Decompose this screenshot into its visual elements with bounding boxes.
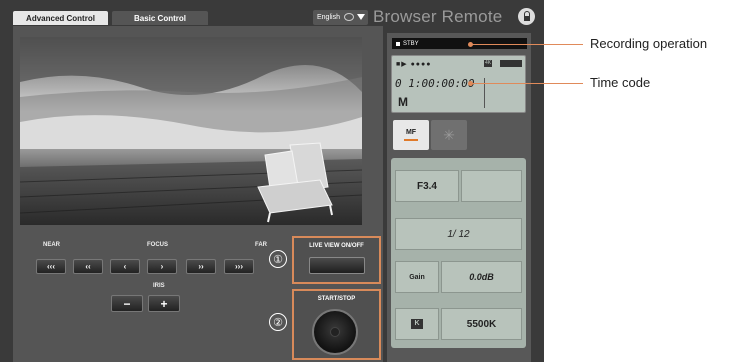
iris-value[interactable]: F3.4 <box>395 170 459 202</box>
far-label: FAR <box>255 242 267 248</box>
battery-icon <box>500 60 522 67</box>
focus-near-2-button[interactable]: ‹‹ <box>73 259 103 274</box>
star-icon: ✳ <box>443 126 455 143</box>
mode-indicator: M <box>398 95 408 109</box>
shutter-value[interactable]: 1/ 12 <box>395 218 522 250</box>
iris-extra-cell <box>461 170 522 202</box>
tab-basic-control[interactable]: Basic Control <box>112 11 208 25</box>
live-view-button[interactable] <box>309 257 365 274</box>
language-value: English <box>317 14 340 21</box>
focus-far-2-button[interactable]: ›› <box>186 259 216 274</box>
timecode-annotation-label: Time code <box>590 75 651 90</box>
mf-label: MF <box>405 129 417 136</box>
near-label: NEAR <box>43 242 61 248</box>
stby-text: STBY <box>403 40 419 47</box>
dropdown-arrow-icon <box>357 14 365 20</box>
focus-far-3-button[interactable]: ››› <box>224 259 254 274</box>
marker-one: ① <box>269 250 287 268</box>
media-indicators: ●●●● <box>410 61 432 68</box>
app-title: Browser Remote <box>373 7 503 26</box>
live-view-control: LIVE VIEW ON/OFF <box>292 236 381 284</box>
marker-two: ② <box>269 313 287 331</box>
stop-square-icon <box>396 41 400 46</box>
start-stop-button[interactable] <box>312 309 358 355</box>
recording-annotation-line <box>470 44 583 45</box>
focus-near-3-button[interactable]: ‹‹‹ <box>36 259 66 274</box>
chat-icon <box>344 13 354 21</box>
top-bar: Advanced Control Basic Control English B… <box>0 0 544 26</box>
preview-image <box>20 37 362 225</box>
focus-far-1-button[interactable]: › <box>147 259 177 274</box>
browser-remote-app: Advanced Control Basic Control English B… <box>0 0 544 362</box>
live-view-preview <box>20 37 362 225</box>
gain-value[interactable]: 0.0dB <box>441 261 522 293</box>
badge-4k: 4K <box>484 60 493 67</box>
focus-near-1-button[interactable]: ‹ <box>110 259 140 274</box>
tab-manual-focus[interactable]: MF <box>393 120 429 150</box>
active-indicator <box>404 139 418 141</box>
iris-plus-button[interactable]: + <box>148 295 180 312</box>
gain-label: Gain <box>395 261 439 293</box>
live-view-label: LIVE VIEW ON/OFF <box>309 243 364 249</box>
wb-cell: K <box>395 308 439 340</box>
iris-minus-button[interactable]: − <box>111 295 143 312</box>
camera-icon: ■▶ <box>396 61 408 68</box>
status-lcd: ■▶ ●●●● 4K 0 1:00:00:00 M <box>391 55 526 113</box>
page: Advanced Control Basic Control English B… <box>0 0 754 362</box>
tab-custom-function[interactable]: ✳ <box>431 120 467 150</box>
language-select[interactable]: English <box>313 10 368 25</box>
camera-settings-panel: F3.4 1/ 12 Gain 0.0dB K 5500K <box>391 158 526 348</box>
white-balance-value[interactable]: 5500K <box>441 308 522 340</box>
time-code: 0 1:00:00:00 <box>395 77 475 90</box>
timecode-annotation-line <box>470 83 583 84</box>
lcd-status-row: ■▶ ●●●● <box>396 60 432 68</box>
start-stop-label: START/STOP <box>317 296 356 302</box>
start-stop-control: START/STOP <box>292 289 381 360</box>
recording-annotation-label: Recording operation <box>590 36 708 51</box>
record-dot-icon <box>330 327 340 337</box>
lock-icon[interactable] <box>518 8 535 25</box>
focus-label: FOCUS <box>147 242 168 248</box>
iris-label: IRIS <box>153 283 165 289</box>
tab-advanced-control[interactable]: Advanced Control <box>13 11 108 25</box>
kelvin-badge: K <box>411 319 423 329</box>
